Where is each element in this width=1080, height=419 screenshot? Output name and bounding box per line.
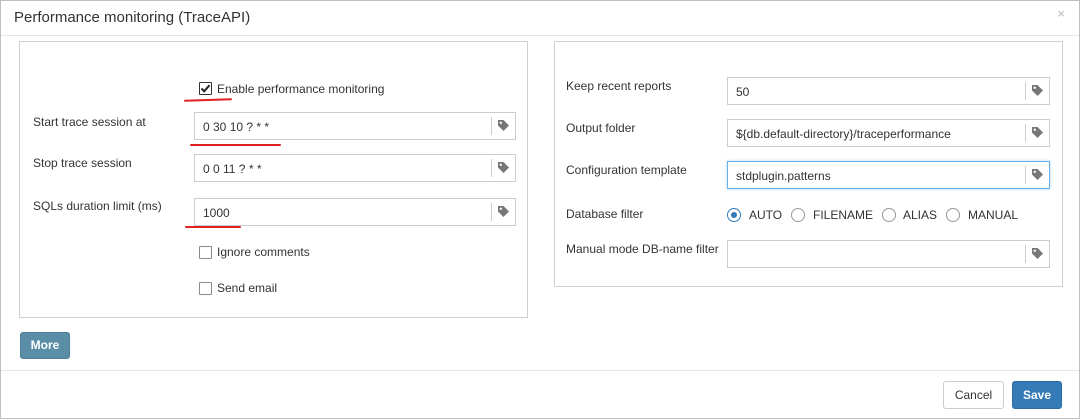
manual-db-filter-input[interactable] [727,240,1050,268]
sql-limit-value: 1000 [203,206,230,220]
config-template-value: stdplugin.patterns [736,169,831,183]
annotation-underline [190,144,281,146]
database-filter-option-label: MANUAL [968,208,1019,222]
close-icon[interactable]: × [1057,6,1065,21]
output-folder-label: Output folder [566,121,636,135]
manual-db-filter-variable-button[interactable] [1025,245,1049,263]
checkmark-icon [200,84,211,93]
keep-reports-variable-button[interactable] [1025,82,1049,100]
sql-limit-input[interactable]: 1000 [194,198,516,226]
ignore-comments-checkbox[interactable] [199,246,212,259]
keep-reports-value: 50 [736,85,750,99]
performance-monitoring-dialog: Performance monitoring (TraceAPI) × Enab… [0,0,1080,419]
start-trace-variable-button[interactable] [491,117,515,135]
footer-divider [1,370,1079,371]
dialog-header: Performance monitoring (TraceAPI) × [1,1,1079,36]
tag-icon [498,120,509,131]
tag-icon [1032,169,1043,180]
ignore-comments-label: Ignore comments [217,245,310,259]
output-folder-variable-button[interactable] [1025,124,1049,142]
save-button[interactable]: Save [1012,381,1062,409]
send-email-label: Send email [217,281,278,295]
database-filter-option-label: ALIAS [903,208,938,222]
database-filter-option-label: FILENAME [813,208,874,222]
config-template-input[interactable]: stdplugin.patterns [727,161,1050,189]
keep-reports-label: Keep recent reports [566,79,672,93]
start-trace-value: 0 30 10 ? * * [203,120,270,134]
database-filter-option-label: AUTO [749,208,783,222]
database-filter-radio-filename[interactable] [791,208,805,222]
sql-limit-label: SQLs duration limit (ms) [33,199,162,213]
left-settings-panel: Enable performance monitoring Start trac… [19,41,528,318]
more-button[interactable]: More [20,332,70,359]
cancel-button[interactable]: Cancel [943,381,1004,409]
right-settings-panel: Keep recent reports 50 Output folder ${d… [554,41,1063,287]
stop-trace-input[interactable]: 0 0 11 ? * * [194,154,516,182]
tag-icon [1032,127,1043,138]
sql-limit-variable-button[interactable] [491,203,515,221]
database-filter-radio-auto[interactable] [727,208,741,222]
tag-icon [1032,85,1043,96]
stop-trace-variable-button[interactable] [491,159,515,177]
manual-db-filter-label: Manual mode DB-name filter [566,242,719,256]
output-folder-value: ${db.default-directory}/traceperformance [736,127,951,141]
database-filter-radio-manual[interactable] [946,208,960,222]
database-filter-radio-alias[interactable] [882,208,896,222]
annotation-underline [185,226,241,228]
start-trace-label: Start trace session at [33,115,146,129]
stop-trace-value: 0 0 11 ? * * [203,162,262,176]
tag-icon [498,162,509,173]
output-folder-input[interactable]: ${db.default-directory}/traceperformance [727,119,1050,147]
config-template-variable-button[interactable] [1025,166,1049,184]
stop-trace-label: Stop trace session [33,156,132,170]
start-trace-input[interactable]: 0 30 10 ? * * [194,112,516,140]
tag-icon [498,206,509,217]
enable-monitoring-checkbox[interactable] [199,82,212,95]
keep-reports-input[interactable]: 50 [727,77,1050,105]
database-filter-label: Database filter [566,207,644,221]
config-template-label: Configuration template [566,163,687,177]
dialog-title: Performance monitoring (TraceAPI) [14,9,251,26]
enable-monitoring-label: Enable performance monitoring [217,82,385,96]
send-email-checkbox[interactable] [199,282,212,295]
annotation-underline [183,98,233,102]
tag-icon [1032,248,1043,259]
